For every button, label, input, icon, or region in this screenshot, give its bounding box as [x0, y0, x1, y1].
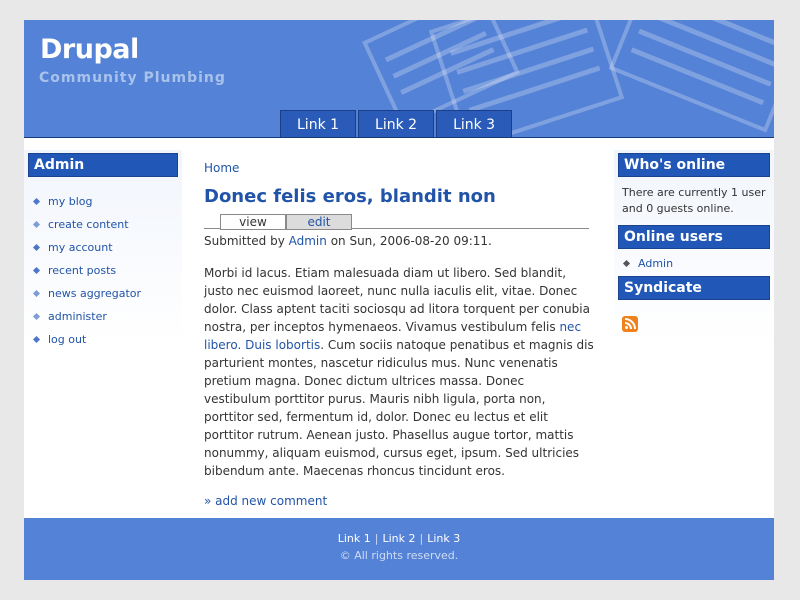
online-user-item: Admin — [622, 257, 766, 270]
main-content: Home Donec felis eros, blandit non view … — [204, 150, 594, 508]
body-link-duis-lobortis[interactable]: Duis lobortis — [245, 338, 320, 352]
breadcrumb: Home — [204, 161, 594, 175]
submitted-info: Submitted by Admin on Sun, 2006-08-20 09… — [204, 234, 594, 248]
footer-separator: | — [419, 532, 424, 545]
whos-online-block-title: Who's online — [618, 153, 770, 177]
sidebar-right: Who's online There are currently 1 user … — [614, 150, 774, 394]
primary-link-3[interactable]: Link 3 — [436, 110, 513, 138]
footer-link-3[interactable]: Link 3 — [427, 532, 460, 545]
sidebar-left: Admin my blog create content my account … — [24, 150, 182, 390]
leaf-bullet-icon — [32, 220, 41, 229]
node-body: Morbi id lacus. Etiam malesuada diam ut … — [204, 264, 594, 480]
body-text-part2: . Cum sociis natoque penatibus et magnis… — [204, 338, 594, 478]
footer-message: © All rights reserved. — [339, 549, 459, 562]
site-name-link[interactable]: Drupal — [40, 34, 139, 65]
menu-link-my-blog[interactable]: my blog — [48, 195, 92, 209]
menu-link-log-out[interactable]: log out — [48, 333, 86, 347]
page-title: Donec felis eros, blandit non — [204, 186, 496, 207]
syndicate-block-title: Syndicate — [618, 276, 770, 300]
breadcrumb-home-link[interactable]: Home — [204, 161, 239, 175]
menu-link-administer[interactable]: administer — [48, 310, 107, 324]
footer-link-1[interactable]: Link 1 — [338, 532, 371, 545]
menu-item-recent-posts: recent posts — [32, 264, 178, 287]
collapsed-bullet-icon — [32, 197, 41, 206]
site-slogan: Community Plumbing — [39, 70, 226, 86]
node-links: » add new comment — [204, 494, 594, 508]
menu-link-news-aggregator[interactable]: news aggregator — [48, 287, 141, 301]
bullet-icon — [622, 259, 631, 268]
page: Drupal Community Plumbing Link 1 Link 2 … — [24, 20, 774, 580]
primary-link-2[interactable]: Link 2 — [358, 110, 435, 138]
footer-link-2[interactable]: Link 2 — [382, 532, 415, 545]
footer-separator: | — [374, 532, 379, 545]
menu-item-create-content: create content — [32, 218, 178, 241]
menu-link-my-account[interactable]: my account — [48, 241, 113, 255]
leaf-bullet-icon — [32, 289, 41, 298]
menu-item-log-out: log out — [32, 333, 178, 356]
header-divider — [24, 137, 774, 138]
menu-item-administer: administer — [32, 310, 178, 333]
site-footer: Link 1 | Link 2 | Link 3 © All rights reserv… — [24, 518, 774, 580]
online-users-list: Admin — [618, 249, 770, 276]
footer-links: Link 1 | Link 2 | Link 3 — [24, 532, 774, 545]
submitted-prefix: Submitted by — [204, 234, 289, 248]
menu-item-my-account: my account — [32, 241, 178, 264]
online-users-block-title: Online users — [618, 225, 770, 249]
rss-feed-icon[interactable] — [622, 316, 638, 332]
submitted-date: on Sun, 2006-08-20 09:11. — [326, 234, 492, 248]
author-link[interactable]: Admin — [289, 234, 327, 248]
header-decoration — [608, 20, 774, 133]
collapsed-bullet-icon — [32, 243, 41, 252]
add-new-comment-link[interactable]: » add new comment — [204, 494, 327, 508]
collapsed-bullet-icon — [32, 335, 41, 344]
admin-menu: my blog create content my account recent… — [28, 195, 178, 356]
admin-block-title: Admin — [28, 153, 178, 177]
online-user-link[interactable]: Admin — [638, 257, 673, 270]
whos-online-text: There are currently 1 user and 0 guests … — [622, 186, 766, 215]
tab-edit[interactable]: edit — [286, 214, 352, 230]
primary-link-1[interactable]: Link 1 — [280, 110, 357, 138]
leaf-bullet-icon — [32, 312, 41, 321]
menu-link-create-content[interactable]: create content — [48, 218, 129, 232]
primary-links: Link 1 Link 2 Link 3 — [280, 110, 513, 138]
menu-item-news-aggregator: news aggregator — [32, 287, 178, 310]
tab-view[interactable]: view — [220, 214, 286, 230]
local-tabs: view edit — [204, 213, 589, 230]
menu-item-my-blog: my blog — [32, 195, 178, 218]
body-text-part1: Morbi id lacus. Etiam malesuada diam ut … — [204, 266, 590, 334]
site-header: Drupal Community Plumbing Link 1 Link 2 … — [24, 20, 774, 138]
collapsed-bullet-icon — [32, 266, 41, 275]
menu-link-recent-posts[interactable]: recent posts — [48, 264, 116, 278]
